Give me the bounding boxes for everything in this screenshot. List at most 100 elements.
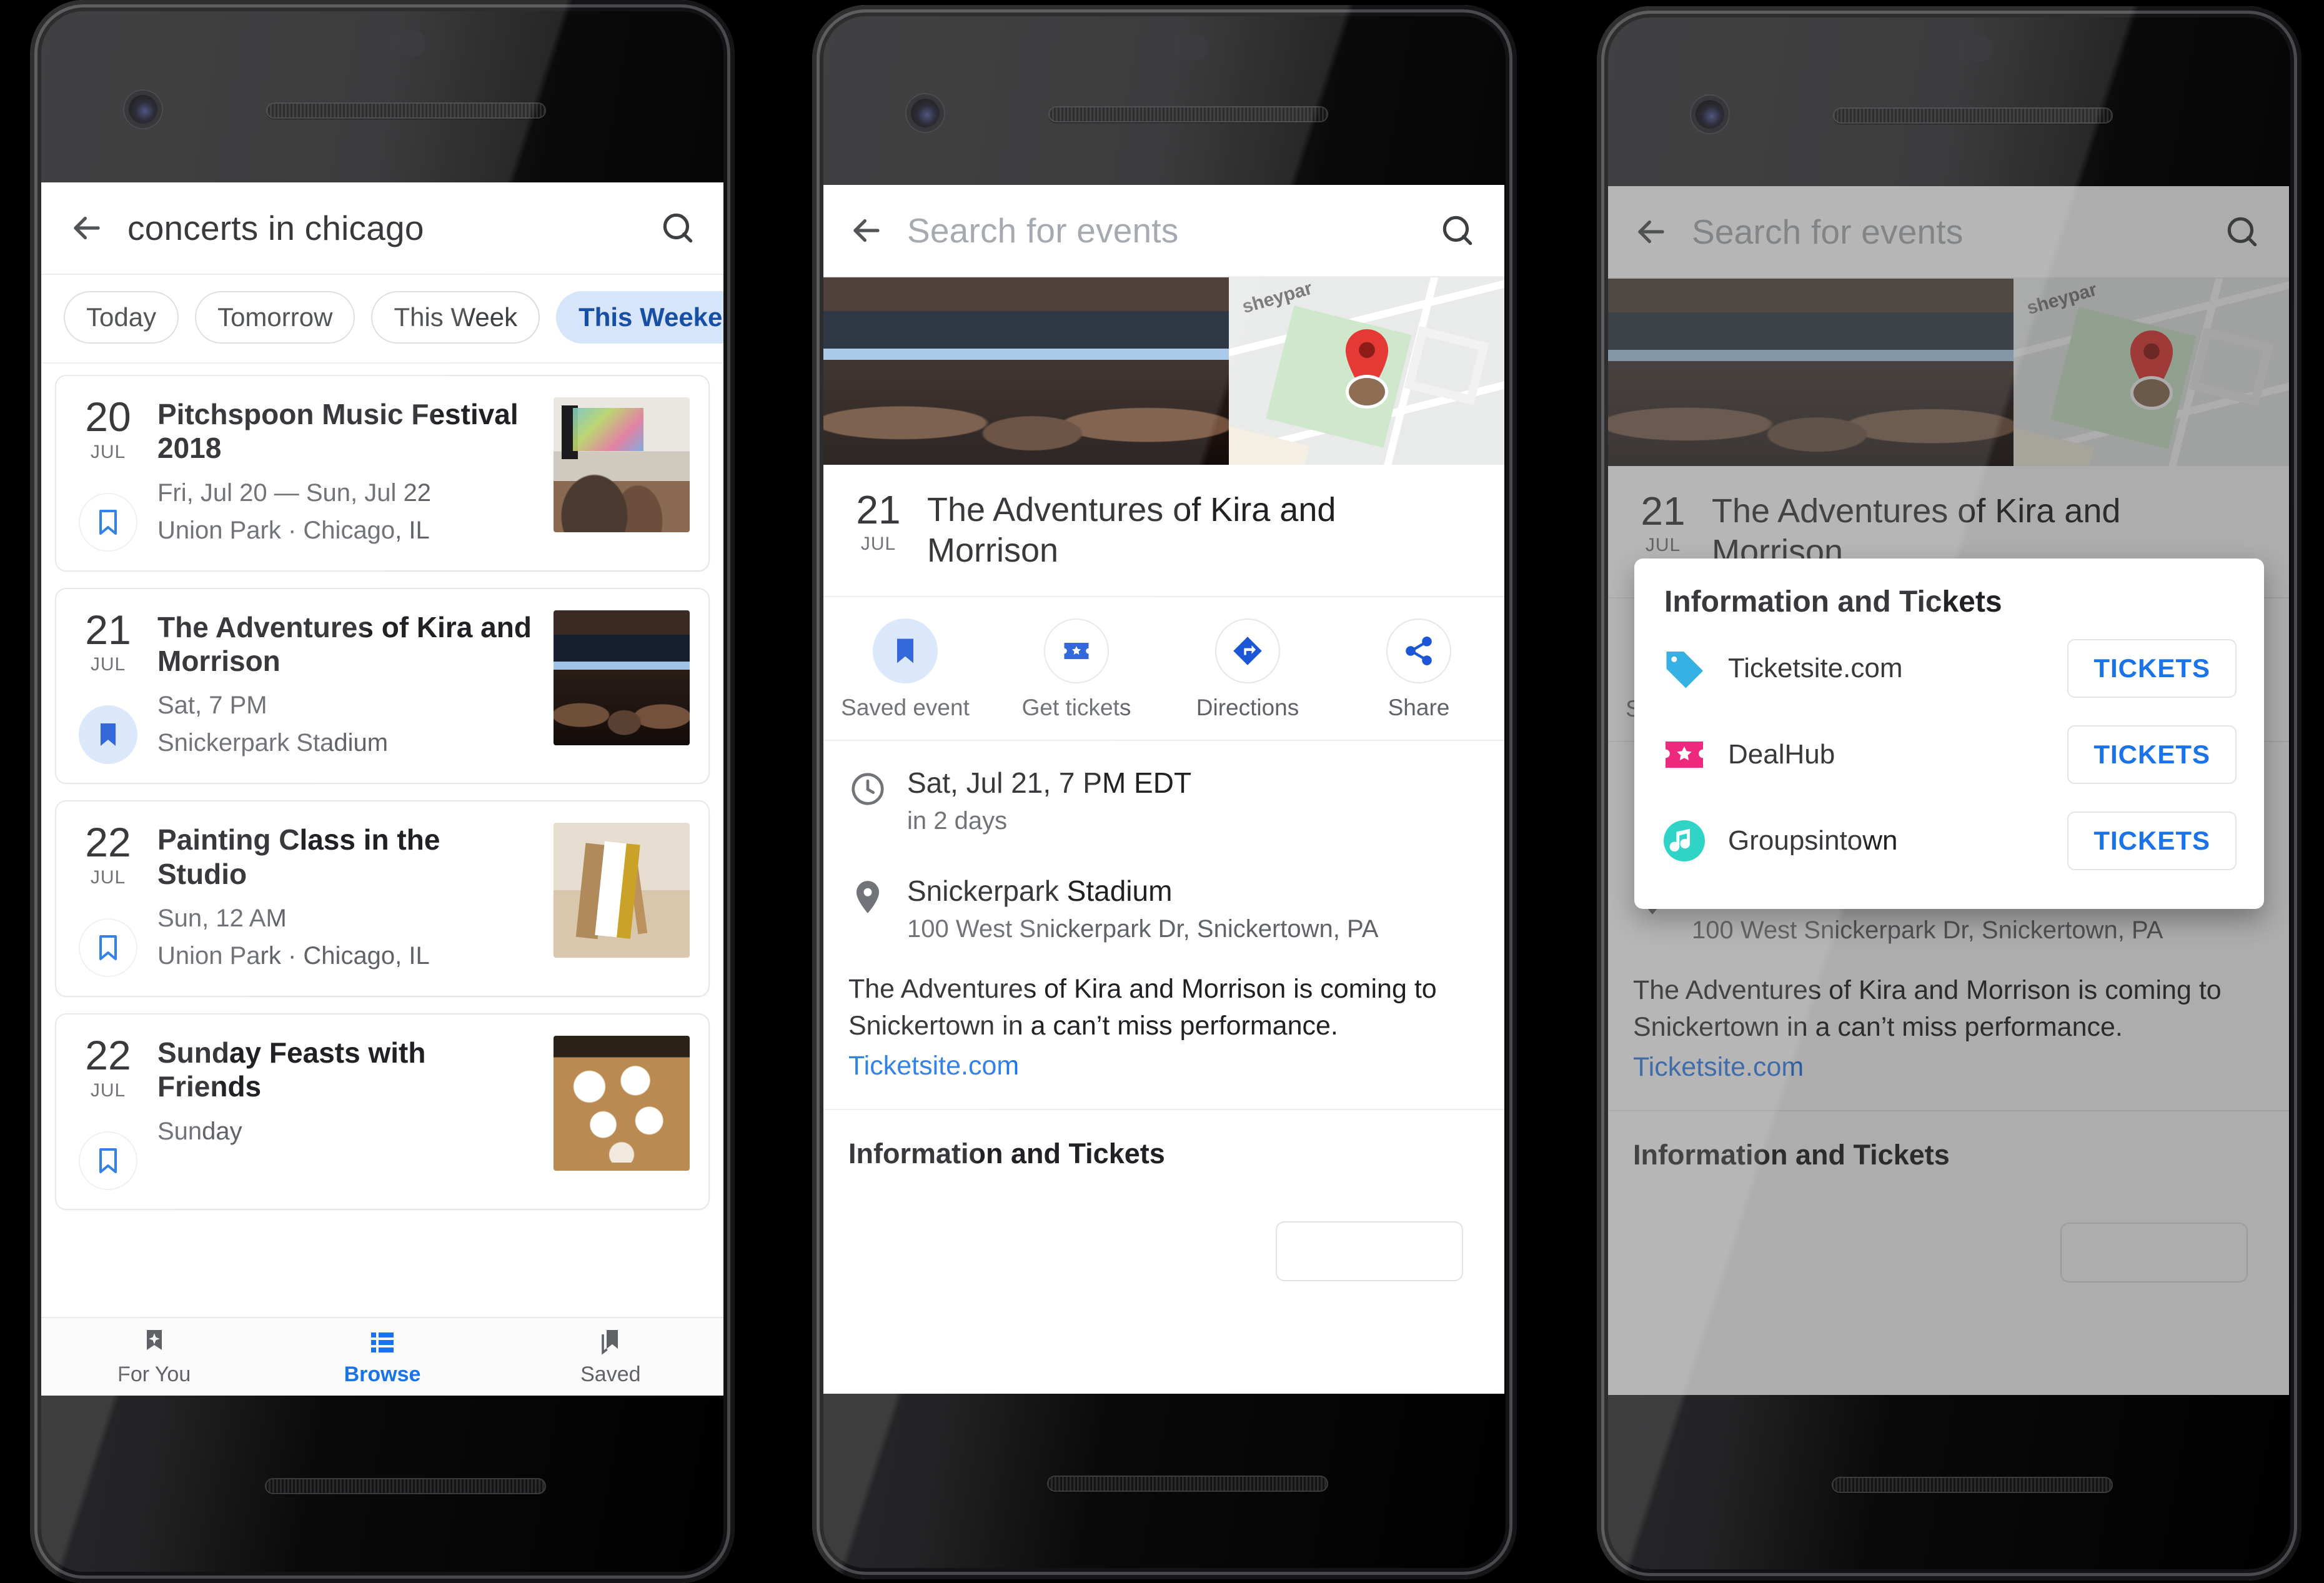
nav-item-saved[interactable]: Saved bbox=[497, 1318, 725, 1396]
action-saved-event[interactable]: Saved event bbox=[820, 618, 991, 721]
directions-arrow-icon bbox=[1233, 636, 1262, 665]
phone-2-screen: Search for events sheypar 21 JUL The Adv… bbox=[820, 185, 1504, 1394]
provider-name: Groupsintown bbox=[1728, 825, 1898, 856]
action-get-tickets[interactable]: Get tickets bbox=[991, 618, 1162, 721]
event-day: 21 bbox=[856, 487, 901, 532]
event-venue-row[interactable]: Snickerpark Stadium 100 West Snickerpark… bbox=[820, 841, 1504, 950]
bottom-rail bbox=[1634, 1571, 2264, 1581]
tickets-section-partial bbox=[820, 1170, 1504, 1282]
section-title-information-and-tickets: Information and Tickets bbox=[848, 1138, 1165, 1170]
tickets-button[interactable]: TICKETS bbox=[2067, 725, 2237, 784]
search-input[interactable]: concerts in chicago bbox=[127, 208, 658, 248]
action-icon-wrap bbox=[1215, 618, 1280, 683]
front-camera-icon bbox=[129, 95, 157, 124]
top-rail bbox=[1634, 6, 2264, 16]
filter-chip-today[interactable]: Today bbox=[64, 291, 179, 344]
event-card-3[interactable]: 22 JUL Painting Class in the Studio Sun,… bbox=[55, 800, 710, 998]
action-label: Get tickets bbox=[1021, 694, 1131, 720]
sensor-icon bbox=[1957, 36, 1992, 61]
event-card-4[interactable]: 22 JUL Sunday Feasts with Friends Sunday bbox=[55, 1013, 710, 1210]
event-card-2[interactable]: 21 JUL The Adventures of Kira and Morris… bbox=[55, 587, 710, 785]
venue-address: 100 West Snickerpark Dr, Snickertown, PA bbox=[907, 915, 1379, 943]
event-day: 20 bbox=[85, 394, 131, 440]
action-icon-wrap bbox=[1044, 618, 1109, 683]
action-label: Saved event bbox=[841, 694, 970, 720]
provider-name: DealHub bbox=[1728, 739, 1835, 770]
event-description: The Adventures of Kira and Morrison is c… bbox=[820, 950, 1504, 1111]
back-arrow-icon[interactable] bbox=[67, 209, 106, 247]
search-bar[interactable]: Search for events bbox=[820, 185, 1504, 277]
event-datetime: Sat, 7 PM bbox=[157, 692, 267, 720]
page-title: The Adventures of Kira and Morrison bbox=[927, 491, 1336, 569]
event-datetime: Sunday bbox=[157, 1117, 242, 1145]
provider-name: Ticketsite.com bbox=[1728, 653, 1903, 683]
event-month: JUL bbox=[860, 533, 896, 554]
sensor-icon bbox=[1172, 35, 1207, 60]
event-date: 22 JUL bbox=[75, 822, 141, 978]
tickets-button[interactable]: TICKETS bbox=[2067, 811, 2237, 870]
action-directions[interactable]: Directions bbox=[1162, 618, 1333, 721]
action-label: Share bbox=[1388, 694, 1450, 720]
event-list: 20 JUL Pitchspoon Music Festival 2018 Fr… bbox=[40, 364, 725, 1210]
event-card-1[interactable]: 20 JUL Pitchspoon Music Festival 2018 Fr… bbox=[55, 375, 710, 572]
bookmark-outline-icon bbox=[99, 1148, 117, 1173]
bookmarks-icon bbox=[602, 1329, 618, 1355]
dialog-title: Information and Tickets bbox=[1664, 585, 2002, 618]
event-date: 22 JUL bbox=[75, 1035, 141, 1190]
nav-item-for-you[interactable]: For You bbox=[40, 1318, 268, 1396]
ticket-star-icon bbox=[1662, 732, 1707, 777]
action-icon-wrap bbox=[873, 618, 938, 683]
search-icon[interactable] bbox=[1438, 211, 1477, 250]
search-bar[interactable]: concerts in chicago bbox=[40, 182, 725, 275]
list-icon bbox=[370, 1332, 394, 1352]
bottom-navigation: For You Browse Saved bbox=[40, 1317, 725, 1396]
search-input[interactable]: Search for events bbox=[907, 211, 1438, 251]
price-tag-icon bbox=[1662, 646, 1707, 691]
tickets-button[interactable]: TICKETS bbox=[2067, 639, 2237, 698]
filter-chip-this-week[interactable]: This Week bbox=[371, 291, 540, 344]
event-hero: sheypar bbox=[820, 277, 1504, 465]
location-pin-icon bbox=[1340, 329, 1394, 405]
action-row: Saved event Get tickets Directions bbox=[820, 597, 1504, 741]
save-event-button[interactable] bbox=[79, 918, 137, 978]
filter-chip-tomorrow[interactable]: Tomorrow bbox=[195, 291, 355, 344]
filter-chip-this-weekend[interactable]: This Weekend bbox=[556, 291, 725, 344]
front-camera-icon bbox=[911, 99, 940, 127]
venue-map[interactable]: sheypar bbox=[1229, 277, 1504, 465]
earpiece-speaker bbox=[266, 102, 546, 119]
event-month: JUL bbox=[90, 441, 126, 462]
description-source-link[interactable]: Ticketsite.com bbox=[848, 1051, 1019, 1081]
event-title: Sunday Feasts with Friends bbox=[157, 1036, 426, 1103]
provider-row-groupsintown: Groupsintown TICKETS bbox=[1634, 798, 2264, 884]
event-datetime: Sun, 12 AM bbox=[157, 904, 287, 932]
earpiece-speaker bbox=[1048, 106, 1328, 122]
event-title: Painting Class in the Studio bbox=[157, 823, 440, 890]
nav-item-browse[interactable]: Browse bbox=[268, 1318, 496, 1396]
event-datetime: Fri, Jul 20 — Sun, Jul 22 bbox=[157, 479, 431, 507]
event-relative-time: in 2 days bbox=[907, 806, 1008, 835]
event-venue: Snickerpark Stadium bbox=[157, 729, 389, 757]
event-date: 21 JUL bbox=[848, 490, 908, 571]
save-event-button[interactable] bbox=[79, 1131, 137, 1190]
save-event-button[interactable] bbox=[79, 705, 137, 765]
datetime-text: Sat, Jul 21, 7 PM EDT in 2 days bbox=[907, 766, 1191, 835]
tickets-button-partial[interactable] bbox=[1276, 1221, 1463, 1282]
save-event-button[interactable] bbox=[79, 492, 137, 552]
phone-3-screen: Search for events sheypar 21 JUL The Adv… bbox=[1604, 186, 2289, 1395]
back-arrow-icon[interactable] bbox=[847, 211, 886, 250]
event-info: Sunday Feasts with Friends Sunday bbox=[157, 1036, 537, 1190]
search-icon[interactable] bbox=[658, 209, 697, 247]
bottom-rail bbox=[67, 1573, 697, 1583]
provider-row-dealhub: DealHub TICKETS bbox=[1634, 712, 2264, 798]
action-share[interactable]: Share bbox=[1333, 618, 1504, 721]
venue-name: Snickerpark Stadium bbox=[907, 874, 1173, 907]
event-thumbnail bbox=[554, 397, 690, 532]
information-and-tickets-dialog: Information and Tickets Ticketsite.com T… bbox=[1634, 558, 2264, 909]
event-thumbnail bbox=[554, 610, 690, 745]
ticket-star-icon bbox=[1064, 642, 1089, 659]
venue-text: Snickerpark Stadium 100 West Snickerpark… bbox=[907, 874, 1378, 943]
clock-icon bbox=[848, 766, 887, 835]
top-rail bbox=[67, 0, 697, 10]
location-pin-icon bbox=[848, 874, 887, 943]
phone-2-frame: Search for events sheypar 21 JUL The Adv… bbox=[812, 5, 1517, 1579]
